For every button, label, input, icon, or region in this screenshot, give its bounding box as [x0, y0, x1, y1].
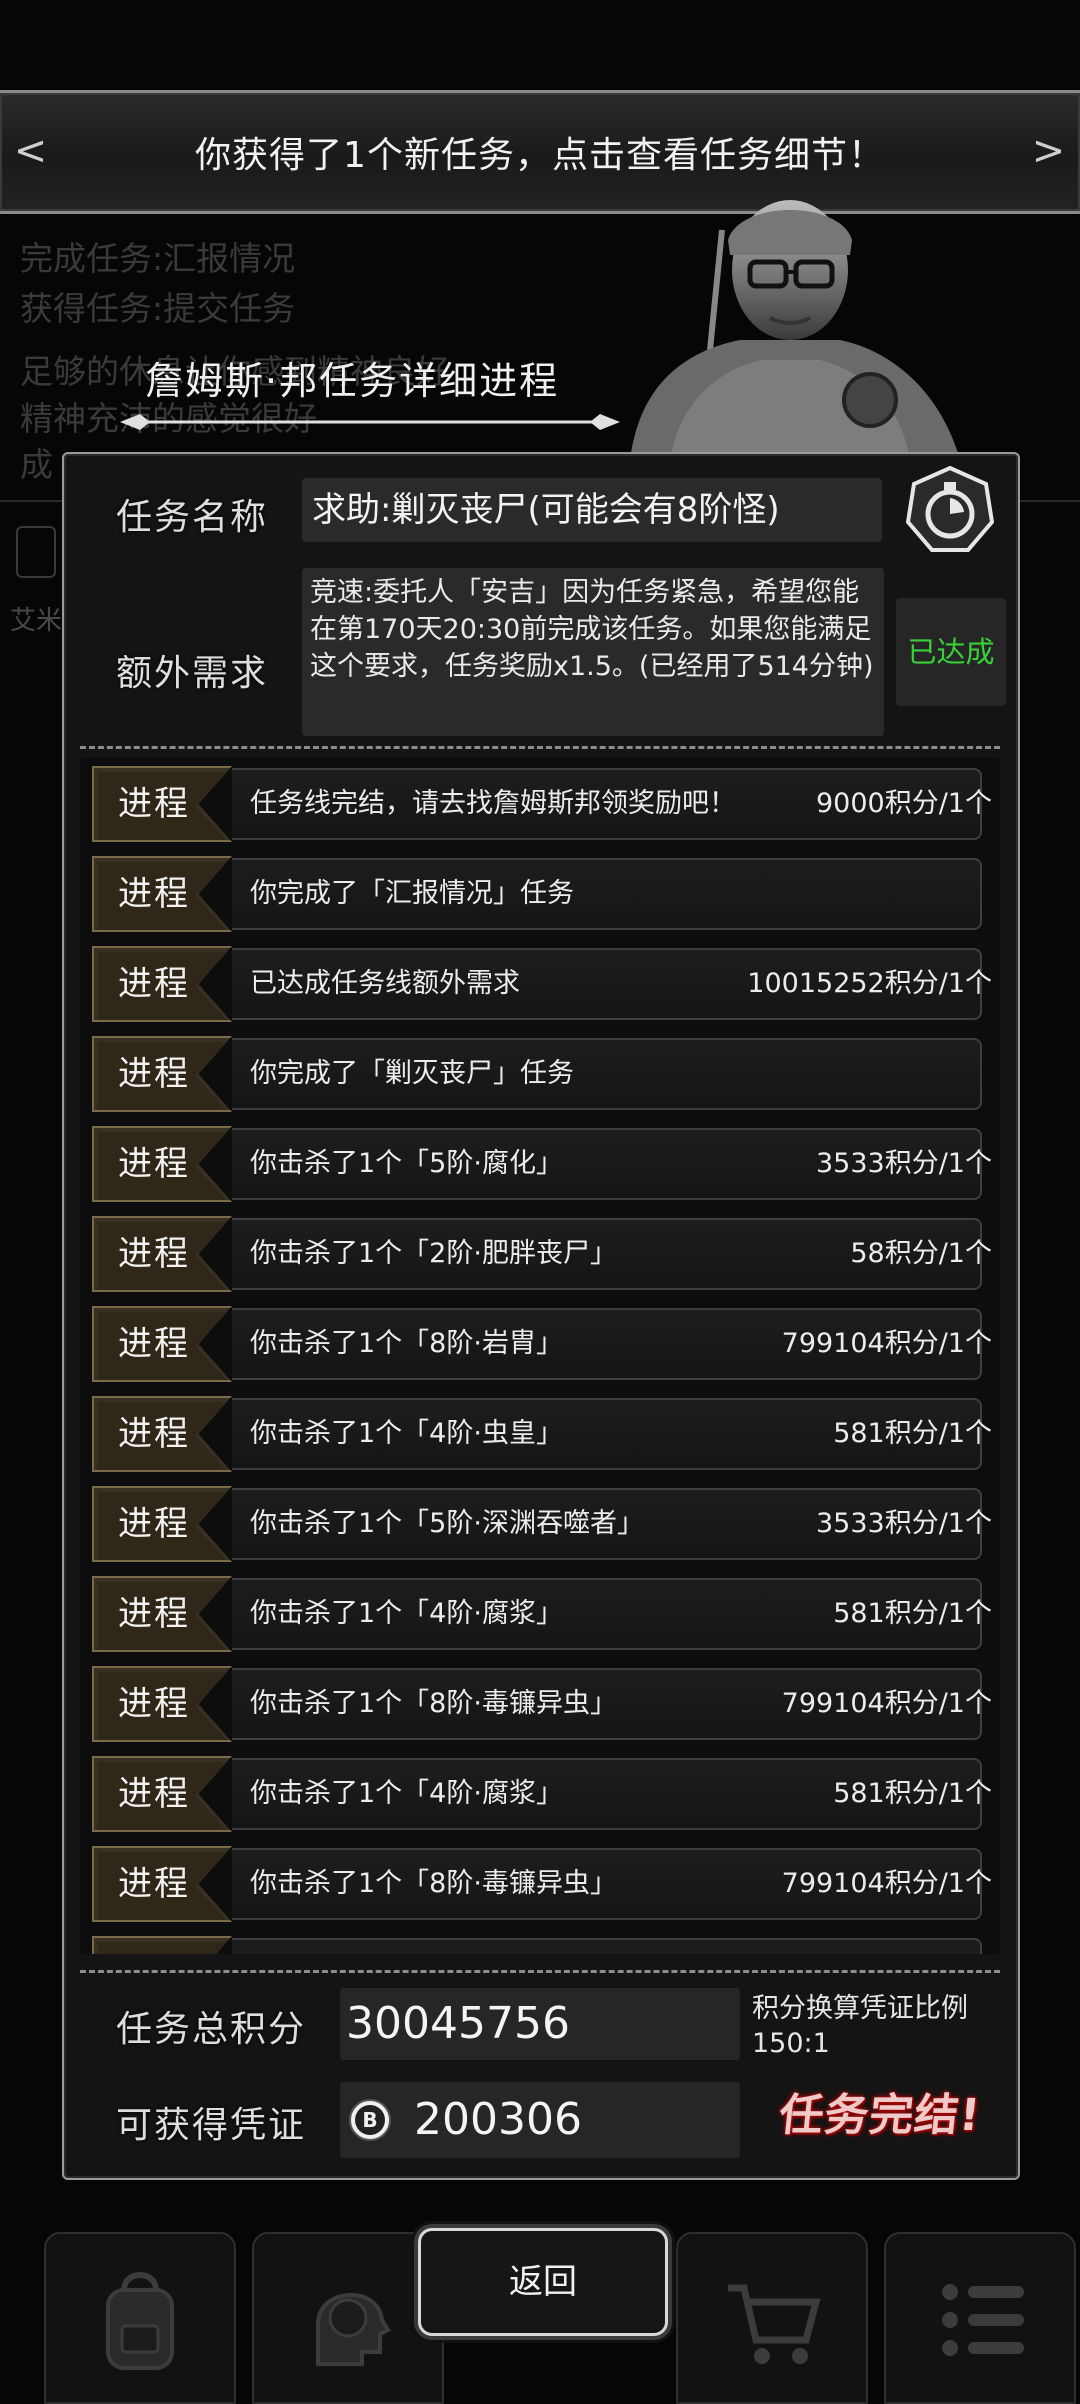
progress-row-text: 你击杀了1个「8阶·毒镰异虫」 — [250, 1688, 617, 1719]
nav-backpack[interactable] — [44, 2232, 236, 2404]
progress-row-text: 你击杀了1个「4阶·虫皇」 — [250, 1418, 563, 1449]
mission-name-label: 任务名称 — [116, 497, 269, 538]
progress-row-text: 你击杀了1个「4阶·腐浆」 — [250, 1598, 563, 1629]
progress-row-text: 你击杀了1个「2阶·肥胖丧尸」 — [250, 1238, 617, 1269]
progress-row-reward: 581积分/1个 — [833, 1418, 992, 1449]
dashed-divider — [80, 746, 1000, 749]
complete-mission-button[interactable]: 任务完结! — [756, 2080, 1004, 2152]
progress-row-reward: 799104积分/1个 — [781, 1328, 992, 1359]
total-points-label: 任务总积分 — [116, 2009, 307, 2050]
background-log-line: 获得任务:提交任务 — [20, 289, 296, 328]
chevron-right-icon[interactable]: > — [1026, 123, 1072, 179]
voucher-coin-icon: B — [349, 2099, 391, 2141]
background-log-line: 完成任务:汇报情况 — [20, 239, 296, 278]
progress-tag-label: 进程 — [118, 1054, 190, 1094]
conversion-ratio-value: 150:1 — [752, 2028, 830, 2059]
voucher-value: 200306 — [414, 2094, 582, 2145]
progress-row: 进程 你击杀了1个「2阶·肥胖丧尸」 58积分/1个 — [92, 1216, 1000, 1292]
progress-row-reward: 3533积分/1个 — [816, 1508, 992, 1539]
progress-tag-label: 进程 — [118, 1144, 190, 1184]
progress-row-reward: 9000积分/1个 — [816, 788, 992, 819]
nav-menu[interactable] — [884, 2232, 1076, 2404]
progress-row: 进程 已达成任务线额外需求 10015252积分/1个 — [92, 946, 1000, 1022]
progress-row: 进程 你击杀了1个「4阶·虫皇」 581积分/1个 — [92, 1396, 1000, 1472]
nav-shop[interactable] — [676, 2232, 868, 2404]
progress-tag-label: 进程 — [118, 1774, 190, 1814]
progress-row: 进程 你击杀了1个「5阶·腐化」 3533积分/1个 — [92, 1126, 1000, 1202]
progress-tag-label: 进程 — [118, 1504, 190, 1544]
progress-row-text: 你击杀了1个「8阶·岩胄」 — [250, 1328, 563, 1359]
progress-row: 进程 你击杀了1个「8阶·岩胄」 799104积分/1个 — [92, 1306, 1000, 1382]
stopwatch-icon — [906, 466, 994, 552]
brain-icon — [316, 2293, 391, 2366]
progress-row-text: 你完成了「剿灭丧尸」任务 — [250, 1058, 574, 1089]
progress-row: 进程 你击杀了1个「8阶·毒镰异虫」 799104积分/1个 — [92, 1846, 1000, 1922]
progress-row-reward: 581积分/1个 — [833, 1598, 992, 1629]
cart-icon — [728, 2284, 821, 2364]
new-mission-notice[interactable]: < 你获得了1个新任务，点击查看任务细节！ > — [0, 90, 1080, 214]
progress-row-partial — [92, 1936, 1000, 1954]
progress-row-reward: 58积分/1个 — [850, 1238, 992, 1269]
progress-row-text: 你击杀了1个「4阶·腐浆」 — [250, 1778, 563, 1809]
notice-text: 你获得了1个新任务，点击查看任务细节！ — [195, 135, 885, 176]
progress-tag-label: 进程 — [118, 784, 190, 824]
progress-row-text: 你完成了「汇报情况」任务 — [250, 878, 574, 909]
mission-name-value: 求助:剿灭丧尸(可能会有8阶怪) — [302, 478, 882, 542]
voucher-label: 可获得凭证 — [116, 2105, 307, 2146]
progress-row-text: 已达成任务线额外需求 — [250, 968, 520, 999]
extra-requirement-text: 竞速:委托人「安吉」因为任务紧急，希望您能在第170天20:30前完成该任务。如… — [302, 568, 884, 736]
menu-icon — [942, 2284, 1024, 2356]
progress-row-reward: 799104积分/1个 — [781, 1688, 992, 1719]
extra-requirement-label: 额外需求 — [116, 653, 269, 694]
character-portrait — [630, 200, 960, 460]
progress-row-text: 任务线完结，请去找詹姆斯邦领奖励吧！ — [250, 788, 736, 819]
panel-title: 詹姆斯·邦任务详细进程 — [145, 359, 560, 403]
progress-tag-label: 进程 — [118, 1864, 190, 1904]
progress-row: 进程 你击杀了1个「4阶·腐浆」 581积分/1个 — [92, 1756, 1000, 1832]
dashed-divider — [80, 1970, 1000, 1973]
progress-tag-label: 进程 — [118, 1684, 190, 1724]
background-chip-icon — [16, 526, 56, 578]
svg-text:B: B — [362, 2108, 377, 2132]
progress-row: 进程 你完成了「汇报情况」任务 — [92, 856, 1000, 932]
progress-tag-label: 进程 — [118, 874, 190, 914]
progress-row: 进程 你击杀了1个「5阶·深渊吞噬者」 3533积分/1个 — [92, 1486, 1000, 1562]
background-log-line: 成 — [20, 445, 53, 484]
progress-row: 进程 你击杀了1个「4阶·腐浆」 581积分/1个 — [92, 1576, 1000, 1652]
progress-tag-label: 进程 — [118, 964, 190, 1004]
progress-row-text: 你击杀了1个「5阶·腐化」 — [250, 1148, 563, 1179]
progress-tag-label: 进程 — [118, 1594, 190, 1634]
nav-skills[interactable] — [252, 2232, 444, 2404]
back-button[interactable]: 返回 — [418, 2228, 668, 2336]
background-side-label: 艾米 — [10, 606, 63, 636]
achieved-status-badge: 已达成 — [896, 598, 1006, 706]
chevron-left-icon[interactable]: < — [8, 123, 54, 179]
progress-row-text: 你击杀了1个「8阶·毒镰异虫」 — [250, 1868, 617, 1899]
progress-row-text: 你击杀了1个「5阶·深渊吞噬者」 — [250, 1508, 644, 1539]
backpack-icon — [106, 2272, 174, 2370]
conversion-ratio-label: 积分换算凭证比例 — [752, 1993, 968, 2024]
progress-row-reward: 581积分/1个 — [833, 1778, 992, 1809]
progress-tag-label: 进程 — [118, 1324, 190, 1364]
progress-row: 进程 你完成了「剿灭丧尸」任务 — [92, 1036, 1000, 1112]
progress-row: 进程 任务线完结，请去找詹姆斯邦领奖励吧！ 9000积分/1个 — [92, 766, 1000, 842]
progress-tag-label: 进程 — [118, 1234, 190, 1274]
progress-row-reward: 799104积分/1个 — [781, 1868, 992, 1899]
total-points-value: 30045756 — [340, 1988, 740, 2060]
progress-list[interactable]: 进程 任务线完结，请去找詹姆斯邦领奖励吧！ 9000积分/1个 进程 你完成了「汇报情况… — [80, 758, 1000, 1954]
progress-row-reward: 10015252积分/1个 — [747, 968, 992, 999]
title-ornament — [120, 414, 620, 430]
progress-row-reward: 3533积分/1个 — [816, 1148, 992, 1179]
progress-row: 进程 你击杀了1个「8阶·毒镰异虫」 799104积分/1个 — [92, 1666, 1000, 1742]
progress-tag-label: 进程 — [118, 1414, 190, 1454]
